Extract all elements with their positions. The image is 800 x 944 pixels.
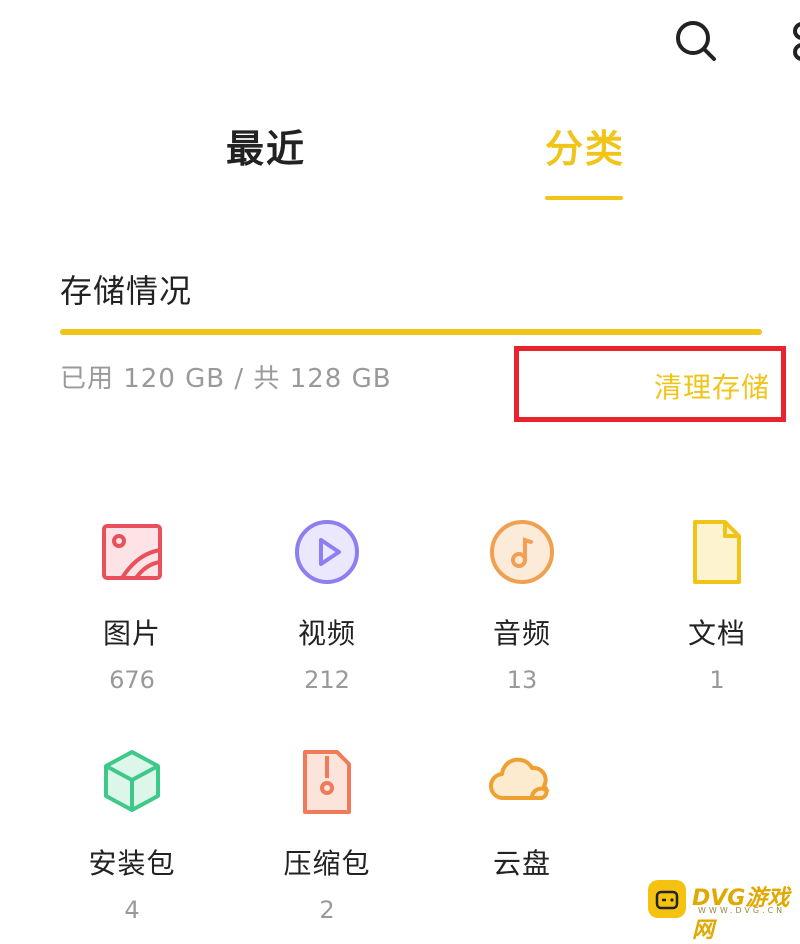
category-cloud[interactable]: 云盘: [447, 742, 597, 896]
image-icon: [102, 524, 162, 580]
storage-progress-bar: [60, 329, 762, 335]
active-tab-indicator: [545, 196, 623, 200]
storage-title: 存储情况: [60, 272, 193, 310]
category-label: 音频: [492, 617, 551, 650]
tab-category[interactable]: 分类: [545, 118, 625, 173]
search-icon: [676, 21, 716, 61]
document-icon: [693, 520, 741, 584]
category-images[interactable]: 图片 676: [57, 512, 207, 694]
category-label: 压缩包: [283, 847, 371, 880]
category-label: 云盘: [492, 847, 551, 880]
more-icon: [793, 22, 800, 61]
clean-storage-button[interactable]: 清理存储: [654, 366, 770, 406]
more-button[interactable]: [776, 14, 800, 70]
category-label: 文档: [687, 617, 746, 650]
category-count: 1: [709, 666, 725, 694]
category-count: 212: [304, 666, 350, 694]
package-cube-icon: [104, 750, 160, 812]
cloud-icon: [489, 757, 550, 801]
music-note-icon: [490, 520, 554, 584]
category-label: 安装包: [88, 847, 176, 880]
category-documents[interactable]: 文档 1: [642, 512, 792, 694]
category-audio[interactable]: 音频 13: [447, 512, 597, 694]
search-button[interactable]: [668, 14, 724, 70]
category-archives[interactable]: 压缩包 2: [252, 742, 402, 924]
category-videos[interactable]: 视频 212: [252, 512, 402, 694]
category-count: 2: [319, 896, 335, 924]
tab-recent[interactable]: 最近: [226, 118, 306, 173]
storage-progress-fill: [60, 329, 762, 335]
video-play-icon: [295, 520, 359, 584]
category-count: 676: [109, 666, 155, 694]
watermark-subtext: WWW.DVG.CN: [698, 906, 786, 915]
watermark: DVG游戏网 WWW.DVG.CN: [648, 876, 800, 943]
category-label: 图片: [102, 617, 161, 650]
category-count: 4: [124, 896, 140, 924]
gamepad-logo-icon: [648, 880, 686, 918]
category-label: 视频: [297, 617, 356, 650]
category-count: 13: [506, 666, 538, 694]
storage-usage-text: 已用 120 GB / 共 128 GB: [60, 364, 392, 394]
category-apks[interactable]: 安装包 4: [57, 742, 207, 924]
archive-icon: [303, 750, 351, 814]
